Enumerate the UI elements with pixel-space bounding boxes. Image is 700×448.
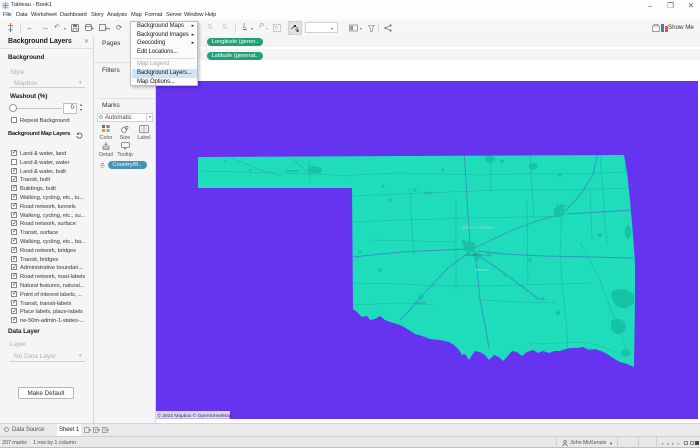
svg-text:Tulsa: Tulsa bbox=[556, 203, 566, 208]
svg-text:T: T bbox=[275, 26, 278, 32]
svg-text:Guymon: Guymon bbox=[285, 169, 299, 173]
svg-text:© 2022 Mapbox © OpenStreetMap: © 2022 Mapbox © OpenStreetMap bbox=[158, 412, 232, 419]
svg-text:Norman: Norman bbox=[475, 268, 489, 272]
svg-text:OKLAHOMA: OKLAHOMA bbox=[462, 225, 495, 230]
svg-text:Lawton: Lawton bbox=[414, 301, 426, 305]
svg-text:Enid: Enid bbox=[425, 191, 433, 195]
svg-text:Oklahoma City: Oklahoma City bbox=[465, 252, 491, 257]
